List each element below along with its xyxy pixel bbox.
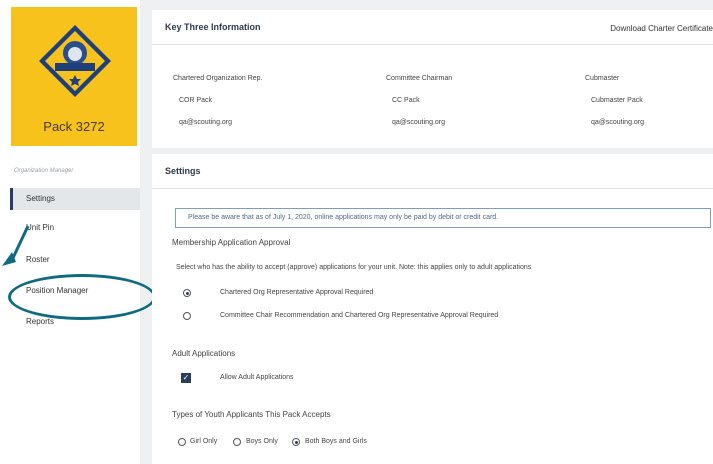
contact-name: Cubmaster Pack bbox=[591, 97, 643, 104]
annotation-highlight-ring bbox=[8, 274, 156, 320]
settings-header: Settings bbox=[152, 154, 713, 189]
contact-name: COR Pack bbox=[179, 97, 213, 104]
youth-radio-boys-only[interactable] bbox=[233, 438, 241, 446]
allow-adult-label: Allow Adult Applications bbox=[220, 374, 294, 381]
key-three-title: Key Three Information bbox=[165, 22, 261, 32]
sidebar-item-label: Settings bbox=[26, 194, 55, 203]
sidebar-item-label: Unit Pin bbox=[26, 223, 55, 232]
role-label: Chartered Organization Rep. bbox=[173, 75, 263, 82]
approval-option-label: Committee Chair Recommendation and Chart… bbox=[220, 312, 499, 319]
adult-applications-title: Adult Applications bbox=[172, 349, 236, 358]
role-label: Committee Chairman bbox=[386, 75, 453, 82]
key-three-card: Key Three Information Download Charter C… bbox=[152, 10, 713, 148]
allow-adult-checkbox[interactable]: ✓ bbox=[181, 373, 191, 383]
pack-name: Pack 3272 bbox=[43, 119, 105, 134]
org-manager-label: Organization Manager bbox=[14, 168, 74, 174]
sidebar-item-label: Reports bbox=[26, 317, 55, 326]
sidebar: Pack 3272 Organization Manager Settings … bbox=[0, 0, 156, 464]
annotation-arrow-icon bbox=[2, 225, 30, 266]
contact-email: qa@scouting.org bbox=[392, 119, 446, 126]
approval-option-label: Chartered Org Representative Approval Re… bbox=[220, 289, 374, 296]
pack-brand-panel: Pack 3272 bbox=[11, 7, 137, 146]
membership-approval-title: Membership Application Approval bbox=[172, 238, 291, 247]
youth-radio-both[interactable] bbox=[292, 438, 300, 446]
youth-option-label: Girl Only bbox=[190, 438, 218, 445]
approval-radio-cor[interactable] bbox=[183, 289, 191, 297]
sidebar-item-settings[interactable]: Settings bbox=[10, 188, 140, 210]
membership-approval-desc: Select who has the ability to accept (ap… bbox=[176, 264, 532, 271]
contact-email: qa@scouting.org bbox=[591, 119, 645, 126]
settings-title: Settings bbox=[165, 166, 201, 176]
download-charter-link[interactable]: Download Charter Certificate bbox=[610, 24, 713, 33]
approval-radio-cc-and-cor[interactable] bbox=[183, 312, 191, 320]
youth-applicants-title: Types of Youth Applicants This Pack Acce… bbox=[172, 410, 331, 419]
settings-card: Settings Please be aware that as of July… bbox=[152, 154, 713, 464]
role-label: Cubmaster bbox=[585, 75, 620, 82]
cub-scout-logo-icon bbox=[39, 25, 111, 97]
youth-option-label: Boys Only bbox=[246, 438, 278, 445]
key-three-column-cor: Chartered Organization Rep. COR Pack qa@… bbox=[173, 68, 263, 134]
key-three-header: Key Three Information Download Charter C… bbox=[152, 10, 713, 45]
youth-option-label: Both Boys and Girls bbox=[305, 438, 367, 445]
youth-radio-girl-only[interactable] bbox=[178, 438, 186, 446]
key-three-column-cc: Committee Chairman CC Pack qa@scouting.o… bbox=[386, 68, 452, 134]
key-three-column-cubmaster: Cubmaster Cubmaster Pack qa@scouting.org bbox=[585, 68, 644, 134]
contact-email: qa@scouting.org bbox=[179, 119, 233, 126]
payment-notice: Please be aware that as of July 1, 2020,… bbox=[175, 208, 711, 228]
contact-name: CC Pack bbox=[392, 97, 420, 104]
